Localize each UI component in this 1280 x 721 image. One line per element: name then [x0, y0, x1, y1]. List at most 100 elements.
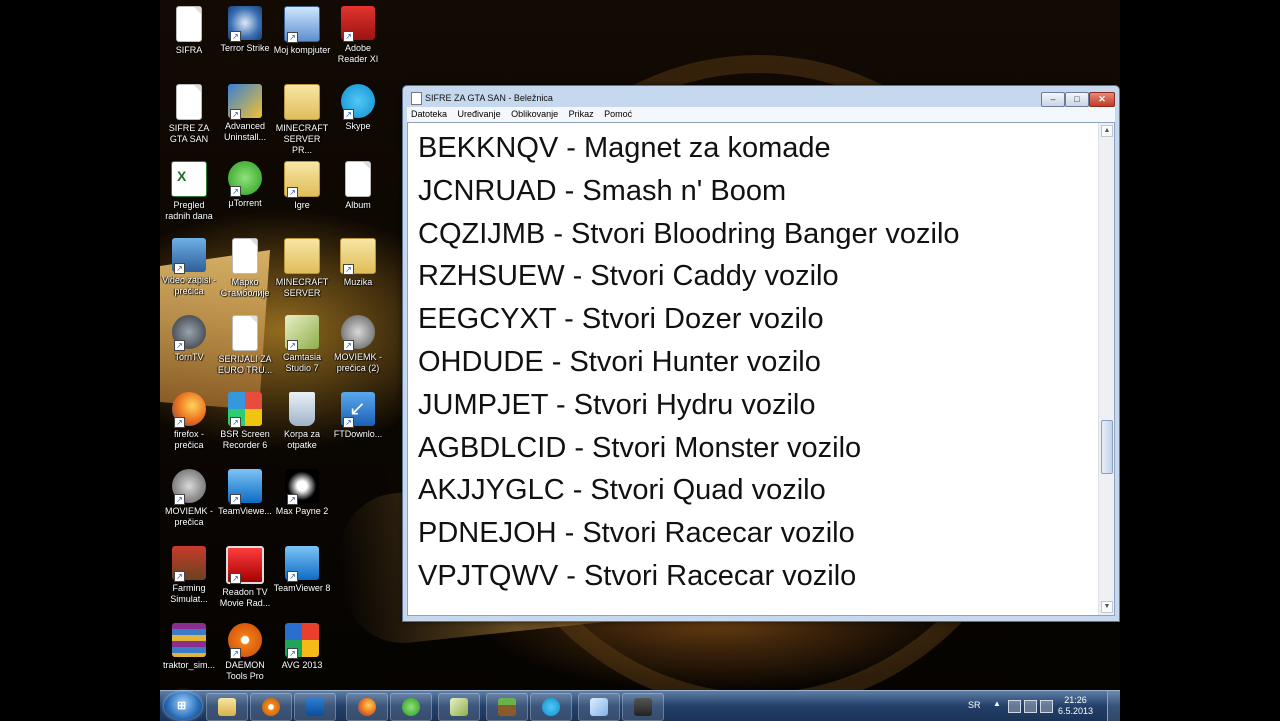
text-content: BEKKNQV - Magnet za komade JCNRUAD - Sma… — [418, 127, 960, 598]
max-payne-icon: ↗ — [285, 469, 319, 505]
media-player-icon — [262, 698, 280, 716]
taskbar-utorrent[interactable] — [390, 693, 432, 721]
text-line: JCNRUAD - Smash n' Boom — [418, 174, 787, 207]
taskbar-outlook[interactable] — [294, 693, 336, 721]
desktop-icon-moviemk-2[interactable]: ↗ MOVIEMK - prečica (2) — [329, 309, 387, 383]
film-reel-icon: ↗ — [341, 315, 375, 351]
text-line: BEKKNQV - Magnet za komade — [418, 132, 831, 164]
desktop-icon-farming[interactable]: ↗ Farming Simulat... — [160, 540, 218, 614]
notepad-window[interactable]: SIFRE ZA GTA SAN - Beležnica – □ ✕ Datot… — [402, 85, 1120, 622]
file-icon — [345, 161, 371, 197]
taskbar-skype[interactable] — [530, 693, 572, 721]
volume-icon[interactable] — [1040, 700, 1053, 713]
notepad-icon — [411, 92, 422, 105]
desktop-icon-serijali[interactable]: SERIJALI ZA EURO TRU... — [216, 309, 274, 383]
menu-datoteka[interactable]: Datoteka — [407, 107, 451, 122]
icon-label: Skype — [345, 121, 371, 131]
scroll-up-arrow-icon[interactable]: ▲ — [1101, 125, 1113, 137]
icon-label: Advanced Uninstall... — [223, 121, 267, 142]
text-editor-area[interactable]: BEKKNQV - Magnet za komade JCNRUAD - Sma… — [407, 122, 1115, 616]
desktop-icon-bsr[interactable]: ↗ BSR Screen Recorder 6 — [216, 386, 274, 460]
icon-label: Readon TV Movie Rad... — [219, 587, 271, 608]
desktop-icon-minecraft-server[interactable]: MINECRAFT SERVER — [273, 232, 331, 306]
clock-time: 21:26 — [1064, 695, 1087, 705]
uninstaller-icon: ↗ — [228, 84, 262, 120]
desktop-icon-adobe[interactable]: ↗ Adobe Reader XI — [329, 0, 387, 74]
show-hidden-icons-icon[interactable]: ▲ — [993, 699, 1001, 708]
taskbar-camtasia[interactable] — [438, 693, 480, 721]
desktop-icon-torntv[interactable]: ↗ TornTV — [160, 309, 218, 383]
torntv-icon: ↗ — [172, 315, 206, 351]
desktop-icon-sifre[interactable]: SIFRE ZA GTA SAN — [160, 78, 218, 152]
teamviewer-icon: ↗ — [228, 469, 262, 505]
windows-logo-icon: ⊞ — [177, 700, 187, 712]
desktop-icon-readon[interactable]: ↗ Readon TV Movie Rad... — [216, 540, 274, 614]
scrollbar-thumb[interactable] — [1101, 420, 1113, 474]
taskbar-camera[interactable] — [622, 693, 664, 721]
desktop-icon-firefox[interactable]: ↗ firefox - prečica — [160, 386, 218, 460]
close-button[interactable]: ✕ — [1089, 92, 1115, 107]
text-line: VPJTQWV - Stvori Racecar vozilo — [418, 559, 857, 592]
desktop-icon-max-payne[interactable]: ↗ Max Payne 2 — [273, 463, 331, 537]
bsr-recorder-icon: ↗ — [228, 392, 262, 428]
maximize-button[interactable]: □ — [1065, 92, 1089, 107]
icon-label: SIFRE ZA GTA SAN — [168, 123, 210, 144]
menu-oblikovanje[interactable]: Oblikovanje — [507, 107, 562, 122]
show-desktop-button[interactable] — [1107, 691, 1120, 721]
video-library-icon: ↗ — [172, 238, 206, 274]
desktop-icon-utorrent[interactable]: ↗ µTorrent — [216, 155, 274, 229]
taskbar-media-player[interactable] — [250, 693, 292, 721]
menu-pomoc[interactable]: Pomoć — [600, 107, 636, 122]
taskbar-explorer[interactable] — [206, 693, 248, 721]
desktop-icon-computer[interactable]: ↗ Moj kompjuter — [273, 0, 331, 74]
text-line: RZHSUEW - Stvori Caddy vozilo — [418, 260, 839, 293]
language-indicator[interactable]: SR — [968, 700, 981, 710]
clock-date: 6.5.2013 — [1058, 706, 1094, 716]
desktop-icon-minecraft-server-pr[interactable]: MINECRAFT SERVER PR... — [273, 78, 331, 155]
desktop-icon-skype[interactable]: ↗ Skype — [329, 78, 387, 152]
start-button[interactable]: ⊞ — [164, 692, 202, 720]
desktop-icon-muzika[interactable]: ↗ Muzika — [329, 232, 387, 306]
download-arrow-icon: ↙ ↗ — [341, 392, 375, 428]
taskbar-notepad[interactable] — [578, 693, 620, 721]
desktop-icon-teamviewer-8[interactable]: ↗ TeamViewer 8 — [273, 540, 331, 614]
icon-label: Muzika — [343, 277, 373, 287]
icon-label: SIFRA — [175, 45, 203, 55]
desktop-icon-teamviewer[interactable]: ↗ TeamViewe... — [216, 463, 274, 537]
desktop-icon-terror-strike[interactable]: ↗ Terror Strike — [216, 0, 274, 74]
winrar-archive-icon — [172, 623, 206, 657]
text-file-icon — [176, 6, 202, 42]
desktop-icon-traktor[interactable]: traktor_sim... — [160, 617, 218, 691]
desktop-icon-sifra[interactable]: SIFRA — [160, 0, 218, 74]
clock[interactable]: 21:26 6.5.2013 — [1058, 695, 1093, 717]
taskbar-minecraft[interactable] — [486, 693, 528, 721]
desktop-icon-moviemk[interactable]: ↗ MOVIEMK - prečica — [160, 463, 218, 537]
desktop-icon-avg[interactable]: ↗ AVG 2013 — [273, 617, 331, 691]
text-line: EEGCYXT - Stvori Dozer vozilo — [418, 303, 824, 336]
icon-label: MOVIEMK - prečica — [164, 506, 213, 527]
taskbar-firefox[interactable] — [346, 693, 388, 721]
text-file-icon — [176, 84, 202, 120]
minimize-button[interactable]: – — [1041, 92, 1065, 107]
desktop-icon-advanced-uninstaller[interactable]: ↗ Advanced Uninstall... — [216, 78, 274, 152]
scroll-down-arrow-icon[interactable]: ▼ — [1101, 601, 1113, 613]
menu-prikaz[interactable]: Prikaz — [565, 107, 598, 122]
flag-icon[interactable] — [1008, 700, 1021, 713]
vertical-scrollbar[interactable]: ▲ ▼ — [1098, 123, 1114, 615]
menu-uredjivanje[interactable]: Uređivanje — [454, 107, 505, 122]
text-line: AGBDLCID - Stvori Monster vozilo — [418, 431, 862, 464]
desktop-icon-album[interactable]: Album — [329, 155, 387, 229]
desktop-icon-ftdownloader[interactable]: ↙ ↗ FTDownlo... — [329, 386, 387, 460]
desktop-icon-igre[interactable]: ↗ Igre — [273, 155, 331, 229]
utorrent-icon — [402, 698, 420, 716]
icon-label: firefox - prečica — [173, 429, 204, 450]
desktop-icon-pregled[interactable]: X Pregled radnih dana — [160, 155, 218, 229]
desktop-icon-recycle-bin[interactable]: Korpa za otpatke — [273, 386, 331, 460]
icon-label: MINECRAFT SERVER — [275, 277, 329, 298]
network-icon[interactable] — [1024, 700, 1037, 713]
desktop-icon-camtasia[interactable]: ↗ Camtasia Studio 7 — [273, 309, 331, 383]
desktop-icon-daemon[interactable]: ↗ DAEMON Tools Pro — [216, 617, 274, 691]
teamviewer-icon: ↗ — [285, 546, 319, 582]
desktop-icon-video[interactable]: ↗ Video zapisi - prečica — [160, 232, 218, 306]
desktop-icon-marko[interactable]: Марко Стамболије — [216, 232, 274, 306]
